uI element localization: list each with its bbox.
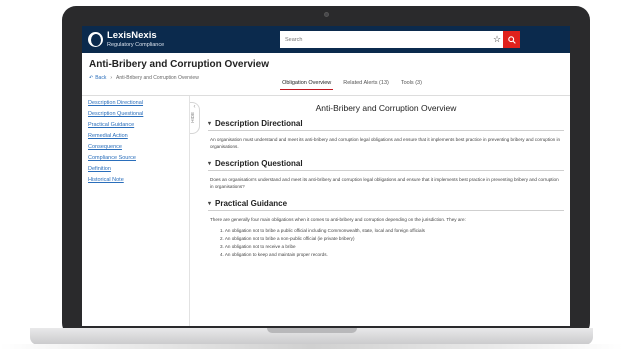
laptop-lid: LexisNexis Regulatory Compliance ☆ [62,6,590,337]
camera-icon [324,12,329,17]
section-heading: Practical Guidance [215,199,288,209]
chevron-down-icon: ▾ [208,161,212,168]
laptop-mockup: LexisNexis Regulatory Compliance ☆ [0,0,623,349]
sidebar-item-historical-note[interactable]: Historical Note [88,177,183,183]
section-practical-guidance: ▾ Practical Guidance There are generally… [208,199,564,261]
sidebar: Description Directional Description Ques… [82,96,190,326]
section-header[interactable]: ▾ Description Questional [208,159,564,172]
brand-logo[interactable]: LexisNexis Regulatory Compliance [88,31,258,48]
hide-label: HIDE [190,112,195,123]
chevron-down-icon: ▾ [208,201,212,208]
chevron-left-icon: ‹ [193,104,196,110]
sidebar-item-description-directional[interactable]: Description Directional [88,100,183,106]
tab-tools[interactable]: Tools (3) [399,77,424,90]
app-screen: LexisNexis Regulatory Compliance ☆ [82,26,570,326]
section-description-questional: ▾ Description Questional Does an organis… [208,159,564,193]
search-icon [507,35,516,44]
content-title: Anti-Bribery and Corruption Overview [315,103,457,113]
page-title: Anti-Bribery and Corruption Overview [89,59,270,70]
hide-sidebar-toggle[interactable]: ‹ HIDE [190,102,200,134]
star-icon[interactable]: ☆ [491,31,503,48]
floor-shadow [0,344,623,349]
section-heading: Description Questional [215,159,303,169]
chevron-down-icon: ▾ [208,121,212,127]
list-item: 3. An obligation not to receive a bribe [220,243,296,249]
obligation-list: 1. An obligation not to bribe a public o… [210,227,562,259]
sidebar-item-description-questional[interactable]: Description Questional [88,111,183,117]
list-item: 1. An obligation not to bribe a public o… [220,227,425,233]
list-item: 4. An obligation to keep and maintain pr… [220,251,328,257]
section-body: Does an organisation's understand and me… [210,177,559,190]
section-body: An organisation must understand and meet… [210,137,561,150]
list-item: 2. An obligation not to bribe a non-publ… [220,235,355,241]
section-header[interactable]: ▾ Description Directional [208,119,564,131]
sidebar-item-remedial-action[interactable]: Remedial Action [88,133,183,139]
tab-obligation-overview[interactable]: Obligation Overview [280,77,334,90]
section-intro: There are generally four main obligation… [210,217,466,223]
laptop-notch [266,328,357,333]
section-body: There are generally four main obligation… [208,211,564,261]
sidebar-item-definition[interactable]: Definition [88,166,183,172]
sidebar-item-practical-guidance[interactable]: Practical Guidance [88,122,183,128]
brand-name: LexisNexis [107,30,157,41]
section-header[interactable]: ▾ Practical Guidance [208,199,564,212]
tab-related-alerts[interactable]: Related Alerts (13) [341,77,391,90]
product-name: Regulatory Compliance [107,41,165,48]
section-heading: Description Directional [215,119,303,128]
lexisnexis-logo-icon [88,32,103,47]
content-area: Description Directional Description Ques… [82,96,570,326]
sidebar-item-consequence[interactable]: Consequence [88,144,183,150]
section-description-directional: ▾ Description Directional An organisatio… [208,119,564,153]
top-bar: LexisNexis Regulatory Compliance ☆ [82,26,570,53]
search-input[interactable] [280,31,491,48]
search-button[interactable] [503,31,520,48]
laptop-base [30,328,593,345]
search-bar: ☆ [280,31,520,48]
main-content: Anti-Bribery and Corruption Overview ▾ D… [208,96,564,326]
sidebar-item-compliance-source[interactable]: Compliance Source [88,155,183,161]
tab-bar: Obligation Overview Related Alerts (13) … [82,77,570,90]
